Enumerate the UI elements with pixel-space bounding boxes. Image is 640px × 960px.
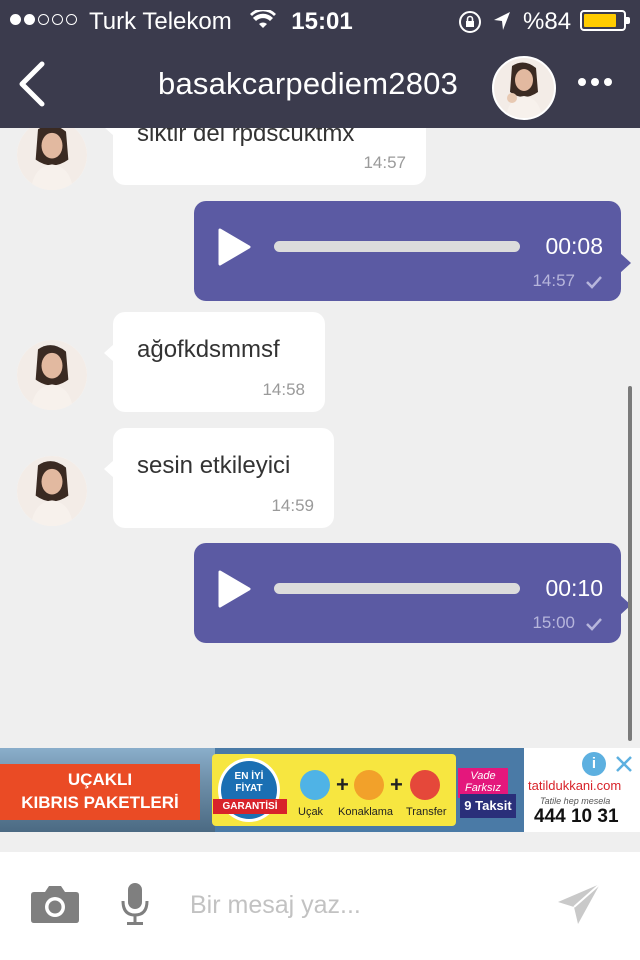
outgoing-voice-message[interactable]: 00:10 15:00 (194, 543, 631, 643)
sent-check-icon (586, 276, 602, 289)
bed-icon (354, 770, 384, 800)
send-icon[interactable] (556, 882, 602, 928)
outgoing-voice-message[interactable]: 00:08 14:57 (194, 201, 631, 301)
location-arrow-icon (494, 12, 510, 30)
sender-avatar[interactable] (17, 456, 87, 526)
badge-line-2: FİYAT (235, 783, 263, 794)
ad-headline-box: UÇAKLI KIBRIS PAKETLERİ (0, 764, 200, 820)
installment-badge: Vade Farksız 9 Taksit (458, 768, 520, 826)
car-icon (410, 770, 440, 800)
message-time: 14:58 (262, 380, 305, 399)
chat-title[interactable]: basakcarpediem2803 (158, 66, 458, 102)
message-time: 15:00 (532, 613, 575, 632)
header-avatar[interactable] (492, 56, 556, 120)
incoming-message[interactable]: siktir del rpdscuktmx 14:57 (104, 128, 426, 185)
avatar-photo-icon (494, 58, 554, 118)
play-icon[interactable] (216, 227, 252, 267)
audio-progress-track[interactable] (274, 583, 520, 594)
back-chevron-icon[interactable] (14, 60, 50, 108)
price-guarantee-badge: EN İYİ FİYAT GARANTİSİ (213, 758, 287, 822)
plus-sign: + (390, 772, 403, 797)
ad-close-icon[interactable] (610, 750, 638, 778)
incoming-message[interactable]: sesin etkileyici 14:59 (104, 428, 334, 528)
battery-level (584, 14, 616, 27)
ad-item-transfer: Transfer (406, 806, 447, 818)
more-dots-icon[interactable] (578, 78, 612, 86)
ad-headline-2: KIBRIS PAKETLERİ (21, 793, 179, 812)
rotation-lock-icon (459, 11, 481, 33)
message-input[interactable] (180, 880, 510, 930)
microphone-icon[interactable] (120, 882, 150, 926)
audio-progress-track[interactable] (274, 241, 520, 252)
ad-info-icon[interactable]: i (582, 752, 606, 776)
voice-duration: 00:10 (545, 575, 603, 601)
status-bar: Turk Telekom 15:01 %84 (0, 0, 640, 40)
avatar-photo-icon (17, 456, 87, 526)
ad-item-plane: Uçak (298, 806, 324, 818)
ad-phone: 444 10 31 (534, 806, 619, 827)
avatar-photo-icon (17, 128, 87, 190)
avatar-photo-icon (17, 340, 87, 410)
badge-line-3: GARANTİSİ (213, 799, 287, 814)
battery-percent: %84 (523, 8, 572, 35)
composer-bar (0, 852, 640, 960)
incoming-message[interactable]: ağofkdsmmsf 14:58 (104, 312, 325, 412)
top-bar: Turk Telekom 15:01 %84 basakcarpediem280… (0, 0, 640, 128)
plane-icon (300, 770, 330, 800)
battery-icon (580, 10, 630, 31)
voice-duration: 00:08 (545, 233, 603, 259)
ad-slogan: Tatile hep mesela (540, 796, 611, 806)
chat-area[interactable]: siktir del rpdscuktmx 14:57 00:08 14:57 … (0, 128, 640, 748)
ad-item-stay: Konaklama (338, 806, 394, 818)
message-text: siktir del rpdscuktmx (137, 128, 355, 147)
message-time: 14:57 (363, 153, 406, 172)
chat-scrollbar[interactable] (628, 386, 632, 741)
message-time: 14:57 (532, 271, 575, 290)
sent-check-icon (586, 618, 602, 631)
message-text: sesin etkileyici (137, 452, 291, 479)
message-time: 14:59 (271, 496, 314, 515)
promo-line-2: 9 Taksit (460, 794, 516, 818)
ad-offer-box: EN İYİ FİYAT GARANTİSİ + + Uçak Konaklam… (212, 754, 456, 826)
ad-brand: tatildukkani.com (528, 778, 622, 793)
play-icon[interactable] (216, 569, 252, 609)
camera-icon[interactable] (30, 882, 80, 924)
badge-line-1: EN İYİ (234, 771, 264, 782)
message-text: ağofkdsmmsf (137, 336, 280, 363)
sender-avatar[interactable] (17, 128, 87, 190)
sender-avatar[interactable] (17, 340, 87, 410)
plus-sign: + (336, 772, 349, 797)
ad-headline-1: UÇAKLI (67, 770, 133, 789)
ad-banner[interactable]: UÇAKLI KIBRIS PAKETLERİ EN İYİ FİYAT GAR… (0, 748, 640, 832)
